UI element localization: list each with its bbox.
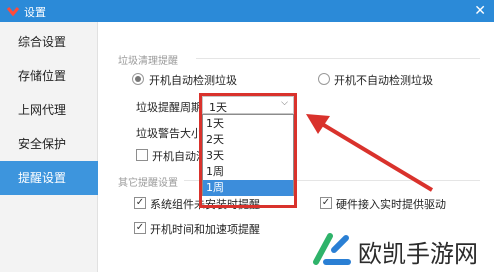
watermark-logo-icon [313,233,351,265]
close-icon[interactable]: ✕ [474,2,486,20]
app-logo-icon [6,7,20,17]
no-auto-detect-radio[interactable] [318,73,330,85]
annotation-highlight-box [199,93,297,208]
sidebar-item-storage[interactable]: 存储位置 [0,59,98,93]
section-divider [196,58,480,59]
watermark: 欧凯手游网 [302,224,494,272]
cleanup-section-title: 垃圾清理提醒 [118,56,178,67]
sidebar-item-proxy[interactable]: 上网代理 [0,93,98,127]
other-section-title: 其它提醒设置 [118,178,178,189]
boot-time-reminder-label: 开机时间和加速项提醒 [150,223,260,236]
interval-label: 垃圾提醒周期 [136,101,202,114]
sidebar-item-general[interactable]: 综合设置 [0,25,98,59]
annotation-arrow-icon [306,114,434,192]
component-reminder-checkbox[interactable]: ✓ [134,197,146,209]
auto-detect-label: 开机自动检测垃圾 [149,74,237,87]
startup-clean-checkbox[interactable] [136,149,148,161]
sidebar: 综合设置 存储位置 上网代理 安全保护 提醒设置 [0,22,98,272]
title-bar: 设置 ✕ [0,0,494,22]
sidebar-item-reminders[interactable]: 提醒设置 [0,161,98,195]
window-title: 设置 [24,6,46,19]
size-label: 垃圾警告大小 [136,127,202,140]
boot-time-reminder-checkbox[interactable]: ✓ [134,222,146,234]
no-auto-detect-label: 开机不自动检测垃圾 [334,74,433,87]
auto-detect-radio[interactable] [132,73,144,85]
sidebar-item-security[interactable]: 安全保护 [0,127,98,161]
watermark-text: 欧凯手游网 [358,240,478,268]
